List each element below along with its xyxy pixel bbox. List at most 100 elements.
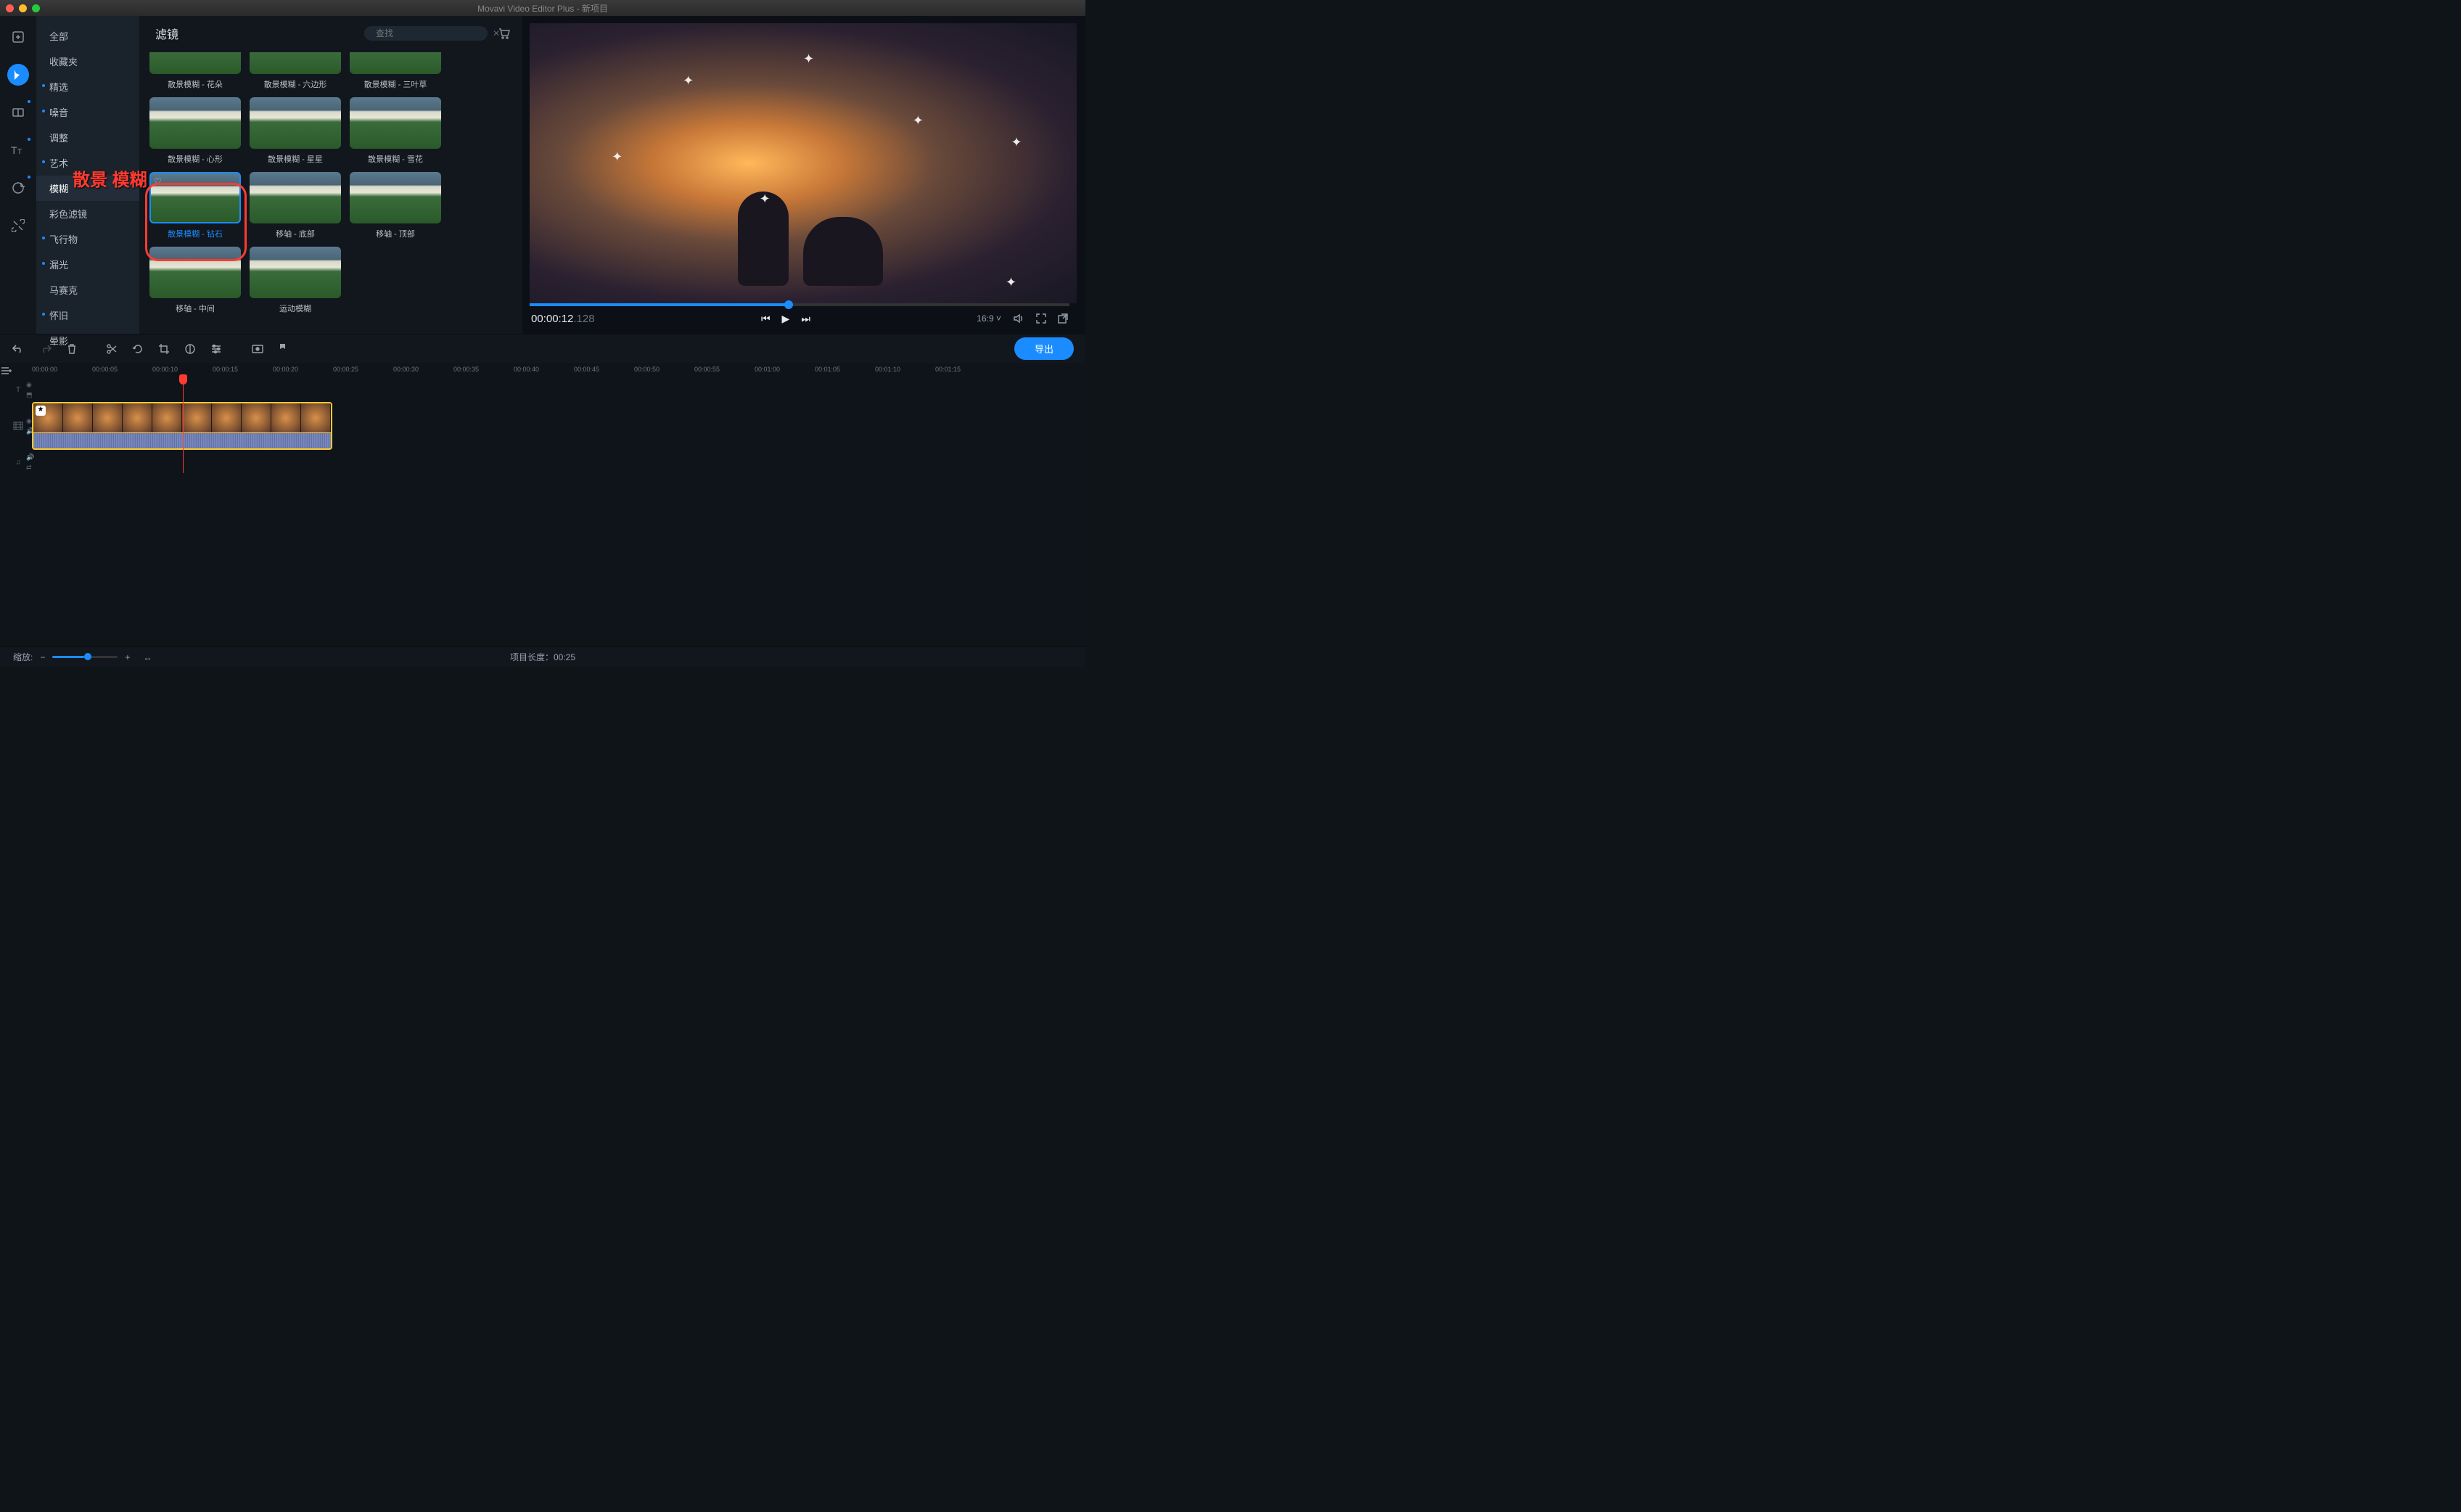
redo-button[interactable]	[39, 343, 52, 355]
music-track-icon: ♫	[15, 459, 21, 467]
timecode: 00:00:12.128	[531, 312, 595, 325]
filter-thumbnail	[250, 97, 341, 149]
rail-filters-icon[interactable]	[7, 64, 29, 86]
category-11[interactable]: 怀旧	[36, 303, 139, 328]
filter-card[interactable]: 运动模糊	[250, 247, 341, 314]
ruler-mark: 00:00:45	[574, 366, 599, 373]
zoom-out-button[interactable]: −	[40, 652, 45, 662]
annotation-box	[145, 183, 247, 261]
prev-frame-button[interactable]: ⏮	[761, 313, 771, 325]
svg-text:T: T	[11, 144, 17, 156]
ruler-mark: 00:00:15	[213, 366, 238, 373]
preview-panel: ? ✦ ✦ ✦ ✦ ✦ ✦ ✦ 00:00:12.128 ⏮ ▶ ⏭ 16:9 …	[522, 16, 1085, 334]
playhead[interactable]	[183, 379, 184, 473]
annotation: 散景 模糊	[139, 165, 147, 191]
aspect-ratio-selector[interactable]: 16:9 ˅	[977, 313, 1001, 324]
filter-card[interactable]: 散景模糊 - 三叶草	[350, 52, 441, 90]
maximize-window-button[interactable]	[32, 4, 40, 12]
search-input[interactable]	[376, 28, 488, 38]
category-8[interactable]: 飞行物	[36, 226, 139, 252]
timeline-header: 00:00:0000:00:0500:00:1000:00:1500:00:20…	[0, 363, 1085, 379]
ruler-mark: 00:01:05	[815, 366, 840, 373]
preview-controls: 00:00:12.128 ⏮ ▶ ⏭ 16:9 ˅	[522, 306, 1077, 331]
play-button[interactable]: ▶	[782, 313, 790, 325]
filter-card[interactable]: 散景模糊 - 心形	[149, 97, 241, 165]
filter-card[interactable]: 移轴 - 顶部	[350, 172, 441, 239]
minimize-window-button[interactable]	[19, 4, 27, 12]
record-voiceover-button[interactable]	[251, 343, 264, 355]
filter-card[interactable]: 散景模糊 - 雪花	[350, 97, 441, 165]
export-button[interactable]: 导出	[1014, 337, 1074, 360]
window-title: Movavi Video Editor Plus - 新项目	[0, 2, 1085, 15]
category-4[interactable]: 调整	[36, 125, 139, 150]
filter-label: 散景模糊 - 心形	[149, 153, 241, 165]
ruler-mark: 00:00:40	[514, 366, 539, 373]
playback-buttons: ⏮ ▶ ⏭	[761, 313, 810, 325]
video-clip[interactable]: ★	[32, 402, 332, 450]
titlebar: Movavi Video Editor Plus - 新项目	[0, 0, 1085, 16]
clip-properties-button[interactable]	[210, 343, 222, 355]
video-track-icon	[13, 422, 23, 430]
category-7[interactable]: 彩色滤镜	[36, 201, 139, 226]
window-controls	[6, 4, 40, 12]
fullscreen-icon[interactable]	[1036, 313, 1046, 324]
category-3[interactable]: 噪音	[36, 99, 139, 125]
ruler-mark: 00:00:55	[694, 366, 720, 373]
filters-header: 滤镜 ✕	[139, 16, 522, 48]
scrub-handle[interactable]	[784, 300, 793, 309]
ruler-mark: 00:00:20	[273, 366, 298, 373]
ruler-mark: 00:01:00	[755, 366, 780, 373]
undo-button[interactable]	[12, 343, 25, 355]
next-frame-button[interactable]: ⏭	[801, 313, 810, 325]
filter-label: 散景模糊 - 星星	[250, 153, 341, 165]
title-track[interactable]: T ◉⬒	[0, 379, 1085, 400]
filters-panel: 滤镜 ✕ 散景模糊 - 花朵散景模糊 - 六边形散景模糊 - 三叶草散景模糊 -…	[139, 16, 522, 334]
filter-card[interactable]: 移轴 - 底部	[250, 172, 341, 239]
clip-effect-badge: ★	[36, 406, 46, 416]
close-window-button[interactable]	[6, 4, 14, 12]
filter-card[interactable]: 散景模糊 - 花朵	[149, 52, 241, 90]
color-adjust-button[interactable]	[184, 343, 196, 355]
annotation-text: 散景 模糊	[139, 165, 147, 191]
filter-thumbnail	[250, 172, 341, 223]
zoom-in-button[interactable]: +	[125, 652, 130, 662]
rail-stickers-icon[interactable]	[7, 177, 29, 199]
rail-import-icon[interactable]	[7, 26, 29, 48]
time-ruler[interactable]: 00:00:0000:00:0500:00:1000:00:1500:00:20…	[32, 363, 1085, 379]
category-0[interactable]: 全部	[36, 23, 139, 49]
category-2[interactable]: 精选	[36, 74, 139, 99]
ruler-mark: 00:01:15	[935, 366, 961, 373]
svg-text:T: T	[17, 148, 22, 156]
filter-card[interactable]: 散景模糊 - 星星	[250, 97, 341, 165]
zoom-slider-handle[interactable]	[84, 653, 91, 660]
preview-scrubber[interactable]	[530, 303, 1069, 306]
main-area: TT 全部收藏夹精选噪音调整艺术模糊彩色滤镜飞行物漏光马赛克怀旧晕影 滤镜 ✕ …	[0, 16, 1085, 334]
rail-transitions-icon[interactable]	[7, 102, 29, 123]
filter-thumbnail	[149, 97, 241, 149]
volume-icon[interactable]	[1013, 313, 1024, 324]
filters-grid: 散景模糊 - 花朵散景模糊 - 六边形散景模糊 - 三叶草散景模糊 - 心形散景…	[139, 48, 522, 334]
video-track[interactable]: ◉🔊 ★	[0, 400, 1085, 451]
add-track-button[interactable]	[0, 366, 32, 376]
category-1[interactable]: 收藏夹	[36, 49, 139, 74]
category-10[interactable]: 马赛克	[36, 277, 139, 303]
ruler-mark: 00:00:10	[152, 366, 178, 373]
popout-icon[interactable]	[1058, 313, 1068, 324]
filter-card[interactable]: 散景模糊 - 六边形	[250, 52, 341, 90]
rail-more-tools-icon[interactable]	[7, 215, 29, 237]
filters-title: 滤镜	[155, 25, 364, 42]
zoom-slider[interactable]	[52, 656, 118, 658]
clip-audio-waveform	[33, 432, 331, 450]
zoom-fit-button[interactable]: ↔	[143, 652, 152, 662]
rail-titles-icon[interactable]: TT	[7, 139, 29, 161]
audio-track[interactable]: ♫ 🔊⇄	[0, 451, 1085, 473]
crop-button[interactable]	[158, 343, 170, 355]
ruler-mark: 00:01:10	[875, 366, 900, 373]
cart-icon[interactable]	[498, 27, 511, 40]
category-9[interactable]: 漏光	[36, 252, 139, 277]
search-box[interactable]: ✕	[364, 26, 488, 41]
tracks: T ◉⬒ ◉🔊 ★ ♫ 🔊⇄	[0, 379, 1085, 473]
marker-button[interactable]	[279, 343, 287, 355]
filter-thumbnail	[149, 52, 241, 74]
preview-viewport[interactable]: ✦ ✦ ✦ ✦ ✦ ✦ ✦	[530, 23, 1077, 303]
